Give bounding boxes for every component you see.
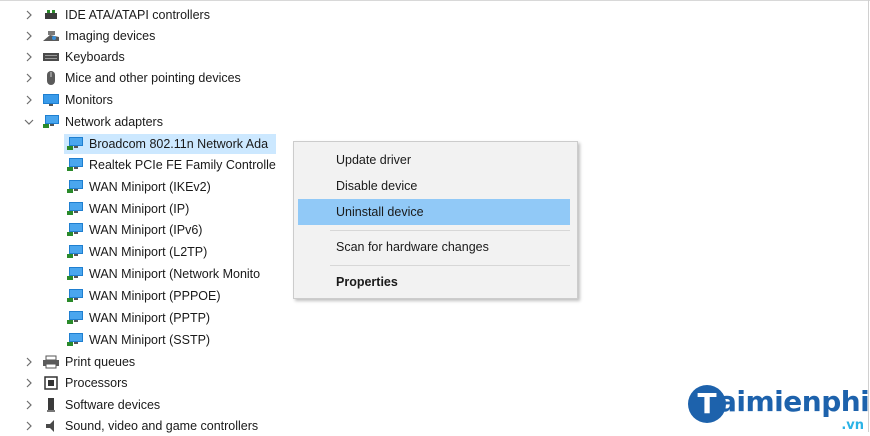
- tree-item-network-adapters[interactable]: Network adapters: [22, 112, 163, 132]
- network-adapter-icon: [66, 244, 84, 260]
- network-adapter-icon: [66, 222, 84, 238]
- tree-item-label: Processors: [65, 376, 128, 390]
- tree-item-label: Software devices: [65, 398, 161, 412]
- processor-icon: [42, 375, 60, 391]
- adapter-label: WAN Miniport (PPPOE): [89, 289, 221, 303]
- chevron-right-icon[interactable]: [22, 395, 36, 415]
- tree-item-label: Print queues: [65, 355, 136, 369]
- network-adapter-icon: [66, 332, 84, 348]
- menu-item-label: Scan for hardware changes: [336, 240, 489, 254]
- ide-controller-icon: [42, 7, 60, 23]
- adapter-label: Broadcom 802.11n Network Ada: [89, 137, 269, 151]
- adapter-label: WAN Miniport (IP): [89, 202, 190, 216]
- adapter-label: WAN Miniport (L2TP): [89, 245, 208, 259]
- tree-item-monitors[interactable]: Monitors: [22, 90, 113, 110]
- watermark-brand: aimienphi: [718, 385, 870, 418]
- chevron-right-icon[interactable]: [22, 352, 36, 372]
- tree-item-sound-video-game[interactable]: Sound, video and game controllers: [22, 416, 258, 436]
- menu-item-disable-device[interactable]: Disable device: [298, 173, 570, 199]
- adapter-item-wan-ipv6[interactable]: WAN Miniport (IPv6): [64, 220, 202, 240]
- adapter-item-wan-sstp[interactable]: WAN Miniport (SSTP): [64, 330, 210, 350]
- menu-item-label: Update driver: [336, 153, 412, 167]
- chevron-right-icon[interactable]: [22, 5, 36, 25]
- tree-item-label: Imaging devices: [65, 29, 156, 43]
- adapter-item-wan-pppoe[interactable]: WAN Miniport (PPPOE): [64, 286, 221, 306]
- adapter-item-wan-ip[interactable]: WAN Miniport (IP): [64, 199, 189, 219]
- network-adapter-icon: [66, 179, 84, 195]
- network-adapter-icon: [66, 157, 84, 173]
- top-border: [0, 0, 870, 1]
- chevron-right-icon[interactable]: [22, 26, 36, 46]
- menu-item-uninstall-device[interactable]: Uninstall device: [298, 199, 570, 225]
- tree-item-label: Sound, video and game controllers: [65, 419, 259, 433]
- adapter-item-wan-l2tp[interactable]: WAN Miniport (L2TP): [64, 242, 207, 262]
- printer-icon: [42, 354, 60, 370]
- watermark-logo: T aimienphi .vn: [688, 385, 870, 433]
- right-border: [868, 0, 869, 432]
- adapter-label: WAN Miniport (IKEv2): [89, 180, 211, 194]
- menu-item-label: Disable device: [336, 179, 418, 193]
- network-adapter-icon: [42, 114, 60, 130]
- menu-item-update-driver[interactable]: Update driver: [298, 147, 570, 173]
- software-device-icon: [42, 397, 60, 413]
- network-adapter-icon: [66, 288, 84, 304]
- menu-item-label: Properties: [336, 275, 398, 289]
- menu-separator: [330, 230, 570, 231]
- watermark-suffix: .vn: [841, 418, 864, 433]
- chevron-right-icon[interactable]: [22, 47, 36, 67]
- adapter-label: WAN Miniport (Network Monito: [89, 267, 261, 281]
- device-manager-window: IDE ATA/ATAPI controllers Imaging device…: [0, 0, 870, 433]
- adapter-item-wan-ikev2[interactable]: WAN Miniport (IKEv2): [64, 177, 211, 197]
- tree-item-label: Keyboards: [65, 50, 125, 64]
- context-menu: Update driver Disable device Uninstall d…: [293, 141, 578, 299]
- tree-item-imaging-devices[interactable]: Imaging devices: [22, 26, 155, 46]
- network-adapter-icon: [66, 266, 84, 282]
- network-adapter-icon: [66, 310, 84, 326]
- tree-item-keyboards[interactable]: Keyboards: [22, 47, 125, 67]
- chevron-right-icon[interactable]: [22, 416, 36, 436]
- chevron-right-icon[interactable]: [22, 373, 36, 393]
- adapter-item-wan-network-monitor[interactable]: WAN Miniport (Network Monito: [64, 264, 260, 284]
- adapter-label: WAN Miniport (PPTP): [89, 311, 211, 325]
- menu-item-label: Uninstall device: [336, 205, 424, 219]
- adapter-item-wan-pptp[interactable]: WAN Miniport (PPTP): [64, 308, 210, 328]
- monitor-icon: [42, 92, 60, 108]
- chevron-right-icon[interactable]: [22, 68, 36, 88]
- adapter-item-realtek[interactable]: Realtek PCIe FE Family Controlle: [64, 155, 276, 175]
- tree-item-label: Monitors: [65, 93, 113, 107]
- network-adapter-icon: [66, 201, 84, 217]
- network-adapter-icon: [66, 136, 84, 152]
- keyboard-icon: [42, 49, 60, 65]
- adapter-item-broadcom[interactable]: Broadcom 802.11n Network Ada: [64, 134, 277, 154]
- menu-item-properties[interactable]: Properties: [298, 269, 570, 295]
- adapter-label: Realtek PCIe FE Family Controlle: [89, 158, 276, 172]
- tree-item-software-devices[interactable]: Software devices: [22, 395, 160, 415]
- tree-item-label: IDE ATA/ATAPI controllers: [65, 8, 210, 22]
- chevron-down-icon[interactable]: [22, 112, 36, 132]
- menu-item-scan-hardware[interactable]: Scan for hardware changes: [298, 234, 570, 260]
- mouse-icon: [42, 70, 60, 86]
- adapter-label: WAN Miniport (IPv6): [89, 223, 203, 237]
- camera-icon: [42, 28, 60, 44]
- tree-item-mice[interactable]: Mice and other pointing devices: [22, 68, 241, 88]
- chevron-right-icon[interactable]: [22, 90, 36, 110]
- tree-item-label: Network adapters: [65, 115, 163, 129]
- tree-item-processors[interactable]: Processors: [22, 373, 128, 393]
- tree-item-ide-controllers[interactable]: IDE ATA/ATAPI controllers: [22, 5, 210, 25]
- adapter-label: WAN Miniport (SSTP): [89, 333, 211, 347]
- menu-separator: [330, 265, 570, 266]
- tree-item-print-queues[interactable]: Print queues: [22, 352, 135, 372]
- tree-item-label: Mice and other pointing devices: [65, 71, 241, 85]
